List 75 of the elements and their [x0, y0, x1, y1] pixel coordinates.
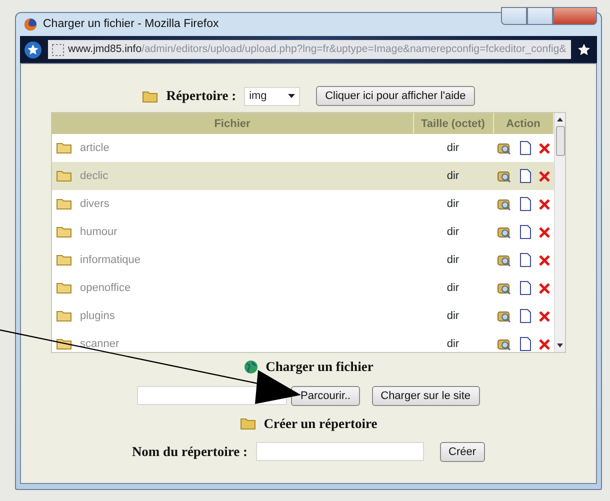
create-heading: Créer un répertoire — [264, 414, 378, 433]
folder-name[interactable]: declic — [80, 168, 108, 184]
size-cell: dir — [446, 338, 460, 350]
document-icon[interactable] — [520, 309, 531, 324]
folder-name[interactable]: divers — [80, 196, 110, 212]
scroll-up-icon[interactable] — [557, 117, 563, 122]
column-header[interactable]: Fichier — [52, 113, 413, 134]
preview-icon[interactable] — [496, 198, 512, 211]
caret-icon — [288, 94, 296, 98]
window-title: Charger un fichier - Mozilla Firefox — [43, 16, 219, 32]
document-icon[interactable] — [520, 141, 531, 156]
folder-icon — [56, 282, 72, 294]
size-cell: dir — [446, 142, 460, 154]
size-cell: dir — [446, 198, 460, 210]
preview-icon[interactable] — [496, 170, 512, 183]
preview-icon[interactable] — [496, 338, 512, 351]
directory-name-field[interactable] — [256, 442, 424, 462]
size-cell: dir — [446, 282, 460, 294]
maximize-button[interactable] — [527, 7, 553, 25]
directory-label: Répertoire : — [166, 87, 236, 105]
folder-icon — [142, 90, 158, 103]
preview-icon[interactable] — [496, 226, 512, 239]
delete-icon[interactable] — [538, 310, 550, 322]
delete-icon[interactable] — [538, 198, 550, 210]
size-cell: dir — [446, 170, 460, 182]
folder-icon — [56, 226, 72, 238]
preview-icon[interactable] — [496, 254, 512, 267]
folder-icon — [240, 417, 256, 430]
browser-icon — [24, 18, 37, 31]
delete-icon[interactable] — [538, 338, 550, 350]
scrollbar[interactable] — [554, 113, 565, 352]
delete-icon[interactable] — [538, 254, 550, 266]
size-cell: dir — [446, 226, 460, 238]
folder-icon — [56, 310, 72, 322]
folder-icon — [56, 142, 72, 154]
folder-name[interactable]: informatique — [80, 252, 141, 268]
folder-name[interactable]: article — [80, 140, 110, 156]
bookmark-star-icon[interactable] — [577, 42, 591, 56]
folder-icon — [56, 198, 72, 210]
scroll-thumb[interactable] — [556, 126, 564, 156]
upload-button[interactable]: Charger sur le site — [372, 386, 480, 406]
document-icon[interactable] — [520, 281, 531, 296]
delete-icon[interactable] — [538, 170, 550, 182]
url-field[interactable]: www.jmd85.info/admin/editors/upload/upload.php?lng=fr&uptype=Image&namerepconfig=fckeditor_config& — [48, 40, 571, 59]
document-icon[interactable] — [520, 197, 531, 212]
help-button[interactable]: Cliquer ici pour afficher l'aide — [316, 86, 475, 106]
folder-icon — [56, 170, 72, 182]
document-icon[interactable] — [520, 253, 531, 268]
column-header[interactable]: Taille (octet) — [413, 113, 493, 134]
page-icon — [52, 44, 64, 56]
upload-heading: Charger un fichier — [266, 358, 374, 376]
column-header[interactable]: Action — [493, 113, 554, 134]
minimize-button[interactable] — [501, 7, 527, 25]
create-button[interactable]: Créer — [440, 442, 486, 462]
delete-icon[interactable] — [538, 142, 550, 154]
globe-icon — [244, 360, 258, 374]
document-icon[interactable] — [520, 225, 531, 240]
delete-icon[interactable] — [538, 226, 550, 238]
scroll-down-icon[interactable] — [557, 343, 563, 348]
folder-name[interactable]: plugins — [80, 308, 115, 324]
folder-name[interactable]: openoffice — [80, 280, 131, 296]
directory-name-label: Nom du répertoire : — [132, 442, 248, 461]
folder-name[interactable]: humour — [80, 224, 118, 240]
folder-name[interactable]: scanner — [80, 336, 120, 352]
folder-icon — [56, 254, 72, 266]
delete-icon[interactable] — [538, 282, 550, 294]
preview-icon[interactable] — [496, 310, 512, 323]
preview-icon[interactable] — [496, 282, 512, 295]
size-cell: dir — [446, 310, 460, 322]
directory-select[interactable]: img — [244, 86, 300, 106]
document-icon[interactable] — [520, 169, 531, 184]
browse-button[interactable]: Parcourir.. — [291, 386, 360, 406]
preview-icon[interactable] — [496, 142, 512, 155]
document-icon[interactable] — [520, 337, 531, 352]
size-cell: dir — [446, 254, 460, 266]
